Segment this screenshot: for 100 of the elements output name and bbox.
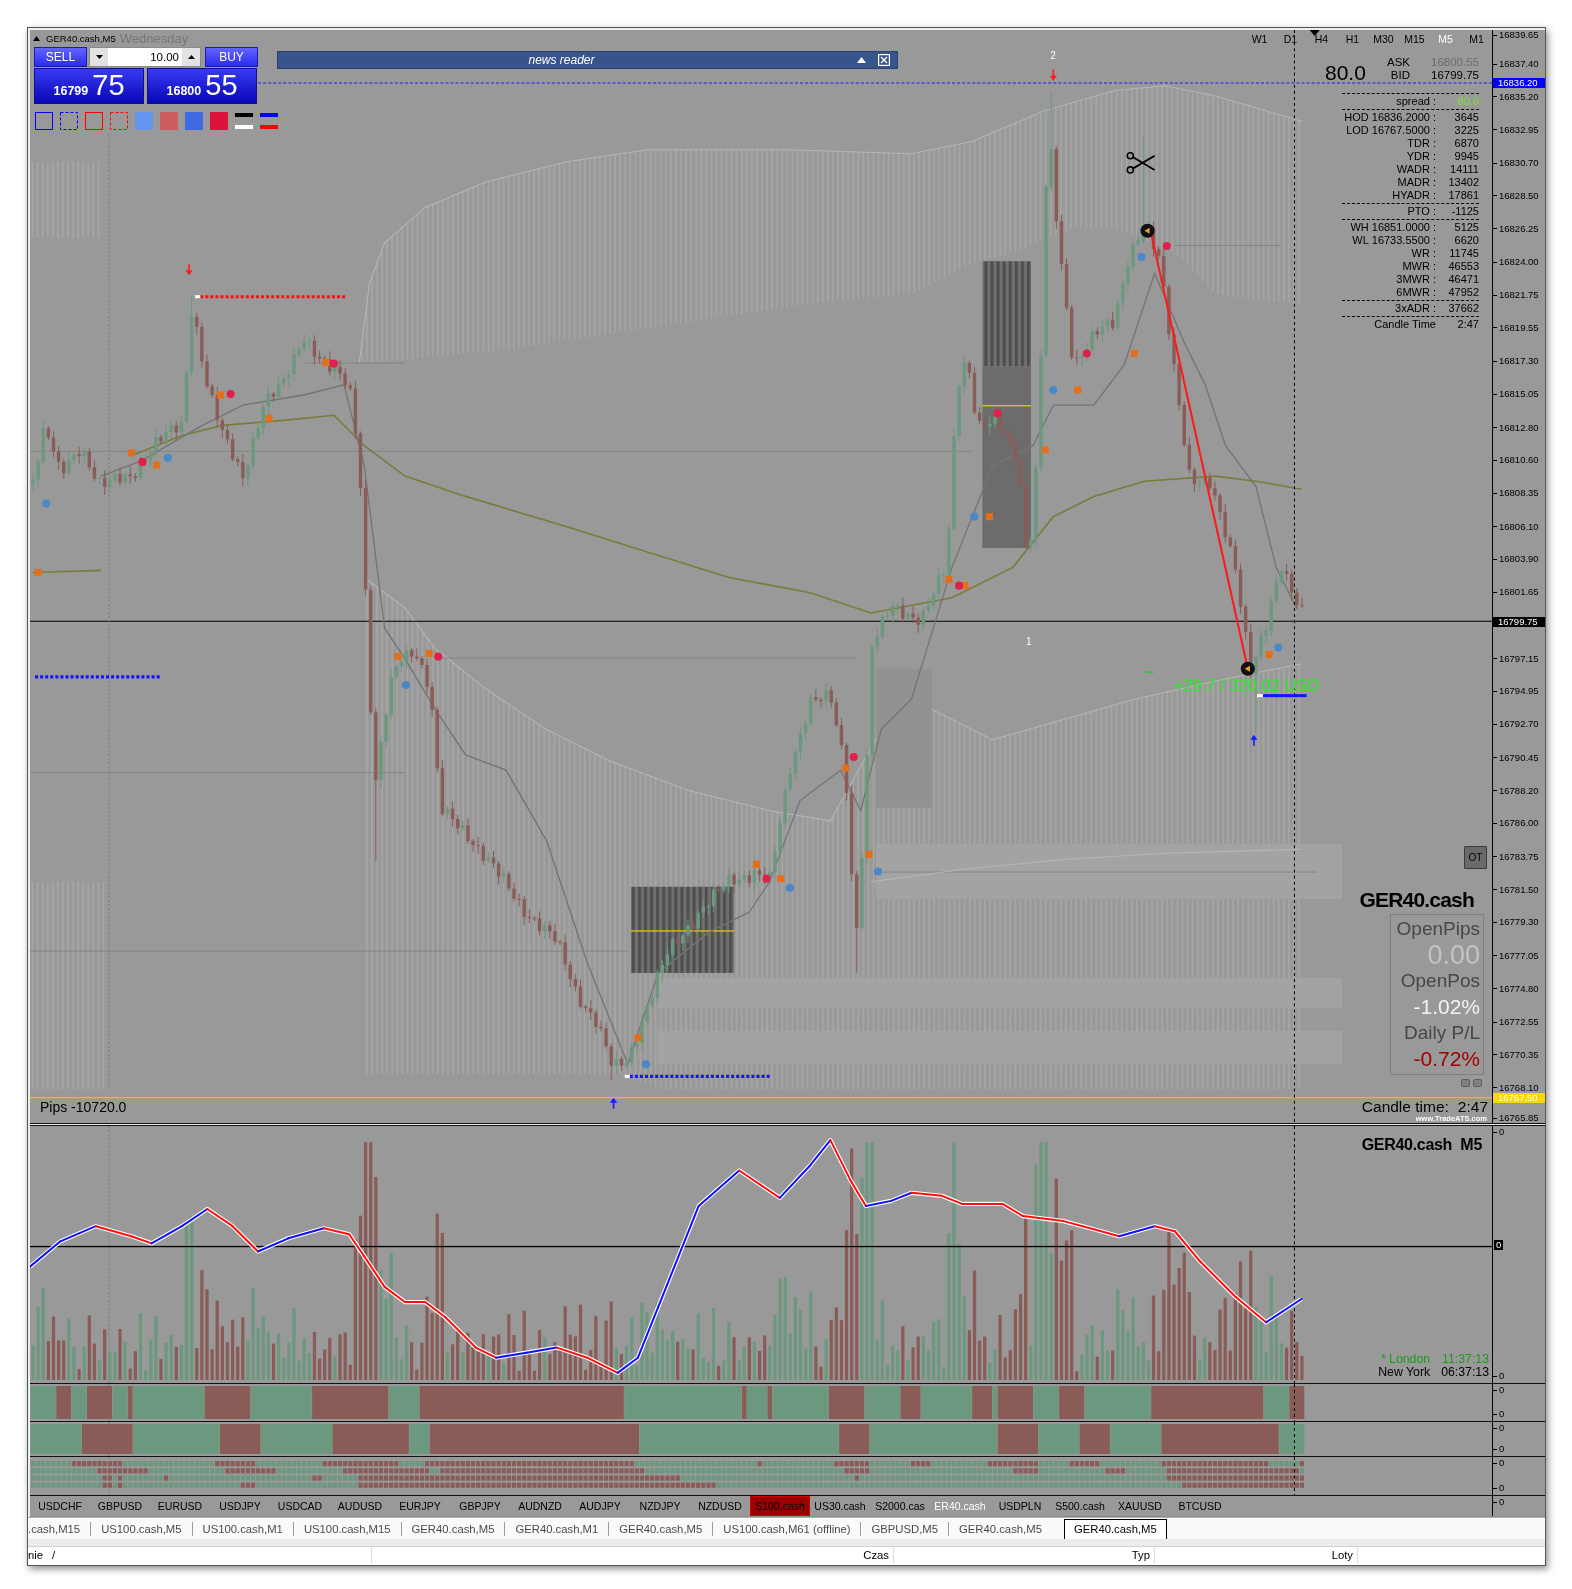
chart-tab[interactable]: US100.cash,M61 (offline) bbox=[712, 1522, 861, 1536]
clock-city: New York bbox=[1378, 1366, 1431, 1379]
scale-label: 0 bbox=[1493, 1483, 1505, 1493]
timeframe-tab[interactable]: W1 bbox=[1244, 33, 1275, 46]
spread-value: 80.0 bbox=[1325, 61, 1366, 85]
dot-marker-icon bbox=[42, 499, 51, 508]
scale-label: 0 bbox=[1493, 1127, 1505, 1137]
symbol-button[interactable]: USDPLN bbox=[990, 1496, 1050, 1516]
symbol-button[interactable]: AUDNZD bbox=[510, 1496, 570, 1516]
scissors-icon bbox=[1126, 151, 1156, 174]
timeframe-tab[interactable]: H4 bbox=[1306, 33, 1337, 46]
stat-value: 3225 bbox=[1453, 124, 1479, 137]
symbol-button[interactable]: US30.cash bbox=[810, 1496, 870, 1516]
stat-label: WL bbox=[1352, 234, 1369, 247]
symbol-button[interactable]: GBPJPY bbox=[450, 1496, 510, 1516]
stat-label: spread : bbox=[1396, 95, 1436, 108]
timeframe-tab[interactable]: M15 bbox=[1399, 33, 1430, 46]
timeframe-tab[interactable]: M1 bbox=[1461, 33, 1492, 46]
dot-marker-icon bbox=[641, 1060, 651, 1069]
triangle-up-icon[interactable] bbox=[857, 57, 866, 63]
line-pair-icon[interactable] bbox=[235, 113, 253, 129]
stat-value: 5125 bbox=[1453, 221, 1479, 234]
symbol-button[interactable]: AUDUSD bbox=[330, 1496, 390, 1516]
price-tick-label: 16768.10 bbox=[1493, 1082, 1539, 1093]
stat-value: 2:47 bbox=[1456, 318, 1479, 331]
chart-tab[interactable]: GER40.cash,M5 bbox=[948, 1522, 1052, 1536]
color-swatch-icon[interactable] bbox=[135, 112, 153, 130]
symbol-button[interactable]: USDCAD bbox=[270, 1496, 330, 1516]
spin-up-button[interactable] bbox=[182, 48, 200, 66]
timeframe-tab[interactable]: H1 bbox=[1337, 33, 1368, 46]
symbol-button[interactable]: AUDJPY bbox=[570, 1496, 630, 1516]
timeframe-tab[interactable]: D1 bbox=[1275, 33, 1306, 46]
dashed-rectangle-icon[interactable] bbox=[110, 112, 128, 130]
chart-tab[interactable]: GBPUSD,M5 bbox=[860, 1522, 949, 1536]
scale-label: 0 bbox=[1493, 1497, 1505, 1507]
timeframe-tab[interactable]: M30 bbox=[1368, 33, 1399, 46]
lot-field[interactable]: 10.00 bbox=[108, 48, 182, 66]
price-tick-label: 16777.05 bbox=[1493, 950, 1539, 961]
symbol-button[interactable]: USDCHF bbox=[30, 1496, 90, 1516]
rectangle-outline-icon[interactable] bbox=[35, 112, 53, 130]
circle-marker-icon bbox=[1240, 661, 1255, 676]
triangle-up-icon[interactable] bbox=[33, 36, 41, 42]
chart-title: GER40.cash,M5 bbox=[46, 33, 116, 45]
column-header[interactable]: Czas bbox=[863, 1549, 889, 1561]
stat-label: YDR : bbox=[1406, 150, 1436, 163]
square-marker-icon bbox=[394, 653, 402, 661]
column-header[interactable]: nie bbox=[28, 1547, 44, 1564]
price-marker-label: 16799.75 bbox=[1493, 616, 1545, 627]
symbol-button[interactable]: S500.cash bbox=[1050, 1496, 1110, 1516]
buy-price-tile[interactable]: 16800 55 bbox=[147, 68, 257, 104]
chart-tab[interactable]: .cash,M15 bbox=[28, 1522, 91, 1536]
color-swatch-icon[interactable] bbox=[210, 112, 228, 130]
square-marker-icon bbox=[216, 391, 224, 399]
price-tick-label: 16815.05 bbox=[1493, 389, 1539, 400]
price-figure: 16800 bbox=[166, 83, 202, 100]
sell-price-tile[interactable]: 16799 75 bbox=[34, 68, 144, 104]
symbol-button[interactable]: NZDJPY bbox=[630, 1496, 690, 1516]
stat-label: HOD bbox=[1344, 111, 1369, 124]
chart-tab[interactable]: US100.cash,M5 bbox=[90, 1522, 192, 1536]
dashed-rectangle-icon[interactable] bbox=[60, 112, 78, 130]
price-tick-label: 16817.30 bbox=[1493, 356, 1539, 367]
color-swatch-icon[interactable] bbox=[160, 112, 178, 130]
chart-tab[interactable]: GER40.cash,M1 bbox=[504, 1522, 609, 1536]
chart-tab[interactable]: GER40.cash,M5 bbox=[400, 1522, 505, 1536]
chart-tab[interactable]: US100.cash,M1 bbox=[191, 1522, 293, 1536]
chart-tab[interactable]: US100.cash,M15 bbox=[292, 1522, 401, 1536]
zero-marker-label: 0 bbox=[1494, 1240, 1504, 1250]
price-tick-label: 16812.80 bbox=[1493, 422, 1539, 433]
ot-button[interactable]: OT bbox=[1464, 846, 1487, 869]
dot-marker-icon bbox=[955, 581, 964, 590]
spin-down-button[interactable] bbox=[90, 48, 108, 66]
stat-price: 16851.0000 : bbox=[1371, 221, 1436, 234]
symbol-button[interactable]: USDJPY bbox=[210, 1496, 270, 1516]
square-marker-icon bbox=[985, 513, 993, 521]
dot-marker-icon bbox=[970, 512, 979, 521]
symbol-button[interactable]: S2000.cas bbox=[870, 1496, 930, 1516]
symbol-button[interactable]: BTCUSD bbox=[1170, 1496, 1230, 1516]
price-marker-label: 16836.20 bbox=[1493, 78, 1545, 89]
price-tick-label: 16774.80 bbox=[1493, 983, 1539, 994]
color-swatch-icon[interactable] bbox=[185, 112, 203, 130]
scale-label: 0 bbox=[1493, 1458, 1505, 1468]
symbol-button[interactable]: EURJPY bbox=[390, 1496, 450, 1516]
sell-button[interactable]: SELL bbox=[34, 47, 87, 67]
stat-price: 16836.2000 : bbox=[1371, 111, 1436, 124]
chart-tab[interactable]: GER40.cash,M5 bbox=[1063, 1519, 1167, 1539]
symbol-button[interactable]: GBPUSD bbox=[90, 1496, 150, 1516]
dot-marker-icon bbox=[1137, 253, 1146, 262]
stat-value: 46553 bbox=[1447, 260, 1479, 273]
dot-marker-icon bbox=[873, 867, 883, 876]
chart-tab[interactable]: GER40.cash,M5 bbox=[608, 1522, 713, 1536]
buy-button[interactable]: BUY bbox=[205, 47, 258, 67]
symbol-button[interactable]: XAUUSD bbox=[1110, 1496, 1170, 1516]
stat-value: 13402 bbox=[1447, 176, 1479, 189]
symbol-button[interactable]: EURUSD bbox=[150, 1496, 210, 1516]
close-icon[interactable] bbox=[878, 54, 890, 66]
stat-label: 3MWR : bbox=[1396, 273, 1436, 286]
price-pips: 55 bbox=[205, 69, 238, 102]
column-header[interactable]: Loty bbox=[1331, 1549, 1353, 1561]
symbol-button[interactable]: NZDUSD bbox=[690, 1496, 750, 1516]
column-header[interactable]: Typ bbox=[1131, 1549, 1150, 1561]
